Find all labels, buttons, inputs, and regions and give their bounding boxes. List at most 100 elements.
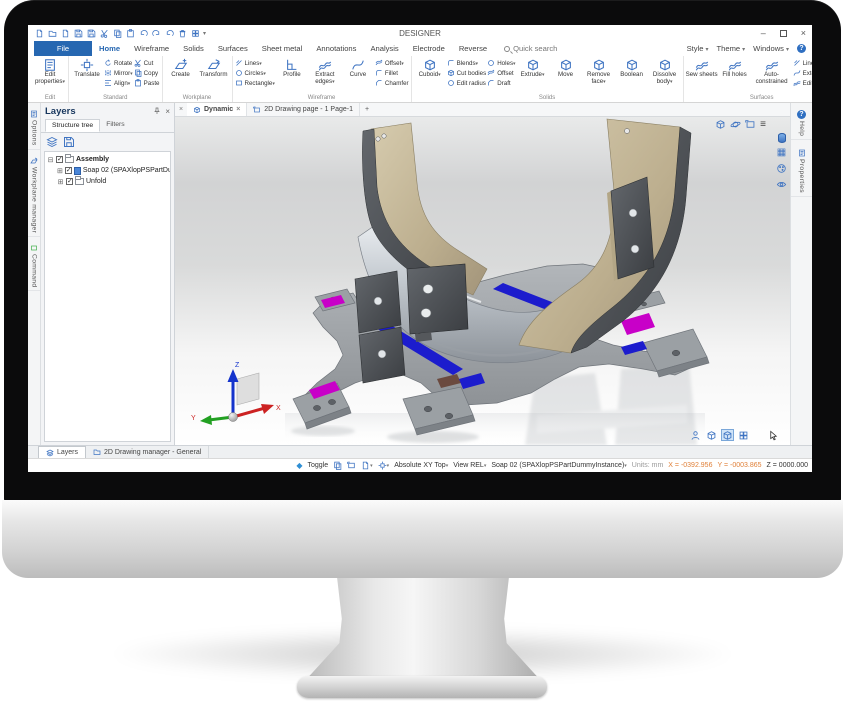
tab-reverse[interactable]: Reverse bbox=[452, 41, 494, 56]
expand-icon[interactable]: ⊞ bbox=[57, 167, 63, 175]
pin-icon[interactable] bbox=[153, 107, 161, 115]
paste-icon[interactable] bbox=[125, 28, 135, 38]
edit-surface-button[interactable]: Edit surface bbox=[793, 79, 812, 87]
multi-view-icon[interactable] bbox=[737, 429, 750, 441]
tab-home[interactable]: Home bbox=[92, 41, 127, 56]
undo-icon[interactable] bbox=[138, 28, 148, 38]
dock-tab-help[interactable]: ? Help bbox=[791, 107, 812, 140]
select-cursor-icon[interactable] bbox=[767, 429, 780, 441]
checkbox-assembly[interactable] bbox=[56, 156, 63, 163]
toggle-label[interactable]: Toggle bbox=[308, 462, 329, 469]
share-view-icon[interactable] bbox=[689, 429, 702, 441]
shaded-mode-icon[interactable] bbox=[721, 429, 734, 441]
layers-stack-icon[interactable] bbox=[46, 136, 58, 148]
move-face-button[interactable]: Move bbox=[550, 57, 582, 93]
panel-close-icon[interactable]: × bbox=[165, 107, 170, 116]
tab-solids[interactable]: Solids bbox=[176, 41, 211, 56]
curve-button[interactable]: Curve bbox=[342, 57, 374, 93]
zoom-frame-icon[interactable] bbox=[745, 119, 756, 130]
sew-sheets-button[interactable]: Sew sheets bbox=[686, 57, 718, 93]
view-cube-icon[interactable] bbox=[715, 119, 726, 130]
create-workplane-button[interactable]: Create bbox=[165, 57, 197, 93]
dissolve-body-button[interactable]: Dissolve body bbox=[649, 57, 681, 93]
dock-tab-command[interactable]: Command bbox=[28, 241, 40, 291]
workplane-grid-icon[interactable] bbox=[190, 28, 200, 38]
extend-button[interactable]: Extend bbox=[793, 69, 812, 77]
collapse-icon[interactable]: ⊟ bbox=[47, 156, 54, 164]
translate-button[interactable]: Translate bbox=[71, 57, 103, 93]
extract-edges-button[interactable]: Extract edges bbox=[309, 57, 341, 93]
tree-node-unfold[interactable]: ⊞ Unfold bbox=[47, 176, 170, 187]
copy-icon[interactable] bbox=[112, 28, 122, 38]
tab-surfaces[interactable]: Surfaces bbox=[211, 41, 255, 56]
checkbox-unfold[interactable] bbox=[66, 178, 73, 185]
redo-icon[interactable] bbox=[151, 28, 161, 38]
save-icon[interactable] bbox=[73, 28, 83, 38]
rectangle-button[interactable]: Rectangle bbox=[235, 79, 275, 87]
active-part-selector[interactable]: Soap 02 (SPAXlopPSPartDummyInstance) bbox=[491, 462, 626, 469]
grid-icon[interactable]: ▦ bbox=[777, 148, 786, 158]
tab-electrode[interactable]: Electrode bbox=[406, 41, 452, 56]
viewport-menu-icon[interactable]: ≡ bbox=[760, 120, 766, 130]
revert-icon[interactable] bbox=[164, 28, 174, 38]
dock-tab-workplane-manager[interactable]: Workplane manager bbox=[28, 154, 40, 237]
fill-holes-button[interactable]: Fill holes bbox=[719, 57, 751, 93]
help-icon[interactable]: ? bbox=[797, 44, 806, 53]
tab-annotations[interactable]: Annotations bbox=[309, 41, 363, 56]
tab-analysis[interactable]: Analysis bbox=[363, 41, 405, 56]
import-icon[interactable] bbox=[60, 28, 70, 38]
cut-button[interactable]: Cut bbox=[134, 59, 160, 67]
new-file-icon[interactable] bbox=[34, 28, 44, 38]
extrude-button[interactable]: Extrude bbox=[517, 57, 549, 93]
material-icon[interactable] bbox=[778, 133, 786, 143]
bottom-tab-2d-drawing-manager[interactable]: 2D Drawing manager - General bbox=[86, 446, 209, 458]
rotate-button[interactable]: Rotate bbox=[104, 59, 133, 67]
windows-menu[interactable]: Windows bbox=[753, 44, 789, 53]
cut-icon[interactable] bbox=[99, 28, 109, 38]
lines-button[interactable]: Lines bbox=[235, 59, 275, 67]
edit-radius-button[interactable]: Edit radius bbox=[447, 79, 487, 87]
profile-button[interactable]: Profile bbox=[276, 57, 308, 93]
tree-node-soap[interactable]: ⊞ Soap 02 (SPAXlopPSPartDummyInstance) bbox=[47, 165, 170, 176]
style-menu[interactable]: Style bbox=[687, 44, 709, 53]
blends-button[interactable]: Blends bbox=[447, 59, 487, 67]
boolean-button[interactable]: Boolean bbox=[616, 57, 648, 93]
auto-constrained-button[interactable]: Auto-constrained bbox=[752, 57, 792, 93]
orbit-icon[interactable] bbox=[730, 119, 741, 130]
snap-doc-icon[interactable] bbox=[361, 461, 373, 470]
toggle-icon[interactable]: ◆ bbox=[296, 461, 302, 470]
copy-button[interactable]: Copy bbox=[134, 69, 160, 77]
holes-button[interactable]: Holes bbox=[487, 59, 515, 67]
expand-icon[interactable]: ⊞ bbox=[57, 178, 64, 186]
open-file-icon[interactable] bbox=[47, 28, 57, 38]
bottom-tab-layers[interactable]: Layers bbox=[38, 446, 86, 458]
edit-properties-button[interactable]: Edit properties bbox=[34, 57, 66, 93]
circles-button[interactable]: Circles bbox=[235, 69, 275, 77]
cuboid-button[interactable]: Cuboid bbox=[414, 57, 446, 93]
save-layers-icon[interactable] bbox=[63, 136, 75, 148]
viewport-close-icon[interactable]: × bbox=[175, 103, 187, 116]
save-as-icon[interactable] bbox=[86, 28, 96, 38]
snap-copy-icon[interactable] bbox=[333, 461, 342, 470]
transform-workplane-button[interactable]: Transform bbox=[198, 57, 230, 93]
checkbox-soap[interactable] bbox=[65, 167, 72, 174]
fillet-button[interactable]: Fillet bbox=[375, 69, 409, 77]
minimize-button[interactable]: – bbox=[761, 28, 766, 38]
draft-button[interactable]: Draft bbox=[487, 79, 515, 87]
offset-solid-button[interactable]: Offset bbox=[487, 69, 515, 77]
visibility-icon[interactable] bbox=[776, 179, 787, 190]
restore-button[interactable] bbox=[780, 30, 787, 37]
linear-ruled-button[interactable]: Linear ruled bbox=[793, 59, 812, 67]
palette-icon[interactable] bbox=[776, 163, 787, 174]
tab-structure-tree[interactable]: Structure tree bbox=[45, 119, 100, 132]
viewport-tab-2d-drawing-page[interactable]: 2D Drawing page - 1 Page-1 bbox=[247, 103, 360, 116]
delete-icon[interactable] bbox=[177, 28, 187, 38]
snap-frame-icon[interactable] bbox=[347, 461, 356, 470]
anchor-icon[interactable] bbox=[378, 461, 390, 470]
tab-filters[interactable]: Filters bbox=[100, 119, 131, 132]
dock-tab-options[interactable]: Options bbox=[28, 107, 40, 150]
tab-sheet-metal[interactable]: Sheet metal bbox=[255, 41, 310, 56]
tab-close-icon[interactable]: × bbox=[236, 106, 240, 113]
offset-button[interactable]: Offset bbox=[375, 59, 409, 67]
wireframe-mode-icon[interactable] bbox=[705, 429, 718, 441]
